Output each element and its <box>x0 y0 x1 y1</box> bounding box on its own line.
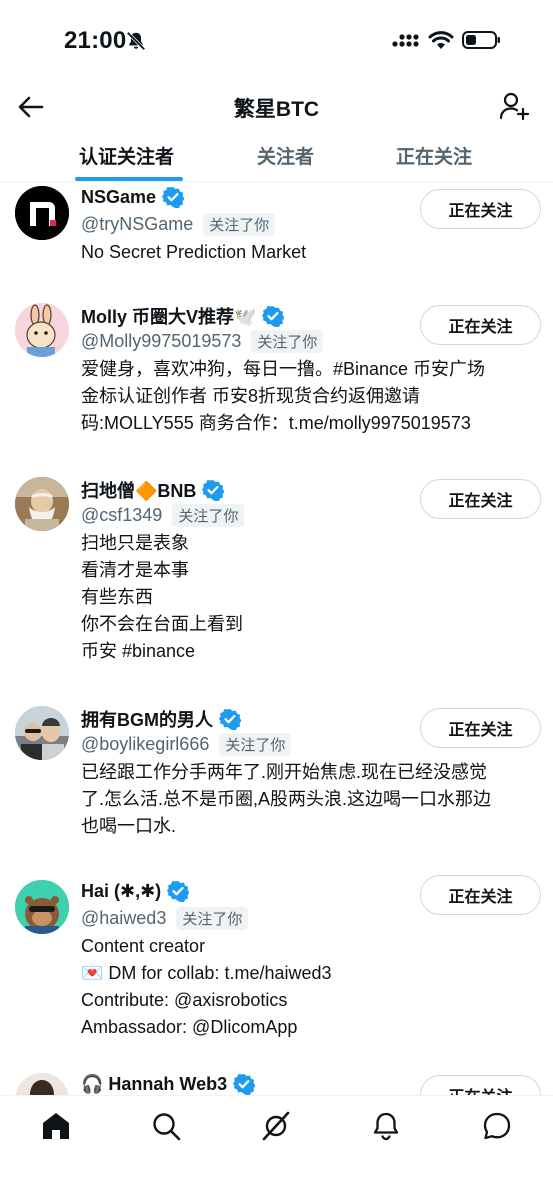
user-name: 🎧 Hannah Web3 <box>81 1073 228 1094</box>
user-name: Molly 币圈大V推荐🕊️ <box>81 307 257 327</box>
name-row: 扫地僧🔶BNB <box>81 477 225 503</box>
avatar[interactable] <box>15 303 69 357</box>
name-row: 🎧 Hannah Web3 <box>81 1073 256 1095</box>
user-name: 扫地僧🔶BNB <box>81 481 197 501</box>
battery-icon <box>462 31 500 49</box>
list-item[interactable]: Molly 币圈大V推荐🕊️ @Molly9975019573 关注了你 爱健身… <box>0 299 553 459</box>
search-icon[interactable] <box>150 1110 182 1142</box>
name-row: 拥有BGM的男人 <box>81 706 241 732</box>
following-button[interactable]: 正在关注 <box>420 875 541 915</box>
user-name: Hai (✱,✱) <box>81 880 162 901</box>
list-item[interactable]: 🎧 Hannah Web3 正在关注 <box>0 1069 553 1095</box>
verified-badge-icon <box>167 881 190 902</box>
tab-bar: 认证关注者 关注者 正在关注 <box>0 134 553 182</box>
follows-you-badge: 关注了你 <box>203 213 276 236</box>
following-button[interactable]: 正在关注 <box>420 1075 541 1095</box>
name-row: Hai (✱,✱) <box>81 880 190 902</box>
following-button[interactable]: 正在关注 <box>420 305 541 345</box>
notifications-icon[interactable] <box>370 1110 402 1142</box>
avatar[interactable] <box>15 706 69 760</box>
verified-badge-icon <box>202 480 225 501</box>
handle-row: @haiwed3 关注了你 <box>81 907 249 930</box>
messages-icon[interactable] <box>481 1110 513 1142</box>
bottom-nav <box>0 1095 553 1200</box>
status-bar: 21:00 <box>0 0 553 80</box>
tab-verified-followers[interactable]: 认证关注者 <box>79 142 174 169</box>
verified-badge-icon <box>233 1074 256 1095</box>
home-icon[interactable] <box>40 1110 72 1142</box>
list-item[interactable]: 扫地僧🔶BNB @csf1349 关注了你 扫地只是表象 看清才是本事 有些东西… <box>0 473 553 683</box>
user-handle: @haiwed3 <box>81 908 167 928</box>
list-item[interactable]: 拥有BGM的男人 @boylikegirl666 关注了你 已经跟工作分手两年了… <box>0 702 553 862</box>
handle-row: @tryNSGame 关注了你 <box>81 213 276 236</box>
active-tab-indicator <box>75 177 183 181</box>
page-title: 繁星BTC <box>233 98 320 121</box>
user-bio: No Secret Prediction Market <box>81 242 307 262</box>
following-button[interactable]: 正在关注 <box>420 708 541 748</box>
name-row: Molly 币圈大V推荐🕊️ <box>81 303 285 329</box>
add-user-icon[interactable] <box>498 90 530 122</box>
following-button[interactable]: 正在关注 <box>420 479 541 519</box>
verified-badge-icon <box>219 709 241 730</box>
handle-row: @Molly9975019573 关注了你 <box>81 330 324 353</box>
user-name: NSGame <box>81 186 157 207</box>
verified-badge-icon <box>162 187 185 208</box>
bell-off-icon <box>126 31 146 51</box>
following-button[interactable]: 正在关注 <box>420 189 541 229</box>
handle-row: @boylikegirl666 关注了你 <box>81 733 292 756</box>
tab-followers[interactable]: 关注者 <box>257 142 314 169</box>
list-item[interactable]: NSGame @tryNSGame 关注了你 No Secret Predict… <box>0 182 553 290</box>
user-bio: 已经跟工作分手两年了.刚开始焦虑.现在已经没感觉 了.怎么活.总不是币圈,A股两… <box>81 762 492 836</box>
user-bio: 爱健身，喜欢冲狗，每日一撸。#Binance 币安广场 金标认证创作者 币安8折… <box>81 359 486 433</box>
user-name: 拥有BGM的男人 <box>81 710 213 730</box>
user-handle: @tryNSGame <box>81 214 194 234</box>
avatar[interactable] <box>15 880 69 934</box>
status-time: 21:00 <box>64 27 127 54</box>
avatar[interactable] <box>15 186 69 240</box>
verified-badge-icon <box>262 306 285 327</box>
user-handle: @csf1349 <box>81 505 163 525</box>
user-handle: @Molly9975019573 <box>81 331 242 351</box>
follows-you-badge: 关注了你 <box>172 504 245 527</box>
handle-row: @csf1349 关注了你 <box>81 504 245 527</box>
user-handle: @boylikegirl666 <box>81 734 210 754</box>
user-bio: Content creator 💌 DM for collab: t.me/ha… <box>81 936 332 1037</box>
follows-you-badge: 关注了你 <box>219 733 292 756</box>
tab-following[interactable]: 正在关注 <box>396 142 472 169</box>
top-bar: 繁星BTC <box>0 80 553 134</box>
list-item[interactable]: Hai (✱,✱) @haiwed3 关注了你 Content creator … <box>0 875 553 1056</box>
follows-you-badge: 关注了你 <box>251 330 324 353</box>
user-bio: 扫地只是表象 看清才是本事 有些东西 你不会在台面上看到 币安 #binance <box>81 533 243 661</box>
avatar[interactable] <box>15 477 69 531</box>
grok-icon[interactable] <box>260 1110 292 1142</box>
wifi-icon <box>428 31 454 49</box>
follows-you-badge: 关注了你 <box>176 907 249 930</box>
name-row: NSGame <box>81 186 185 208</box>
cellular-signal-icon <box>392 34 419 47</box>
avatar[interactable] <box>15 1073 69 1095</box>
user-list: NSGame @tryNSGame 关注了你 No Secret Predict… <box>0 182 553 1095</box>
